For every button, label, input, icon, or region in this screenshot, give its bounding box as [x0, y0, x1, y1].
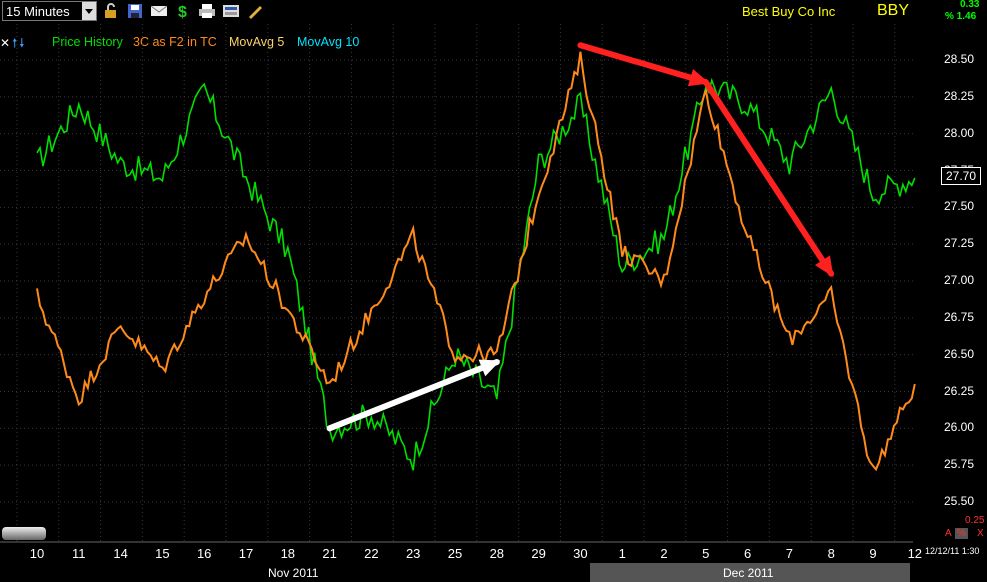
scroll-handle[interactable]: [2, 527, 46, 540]
lower-pct[interactable]: %: [955, 528, 968, 539]
x-tick-label: 25: [447, 546, 463, 561]
x-tick-label: 30: [573, 546, 588, 561]
x-tick-label: 9: [869, 546, 877, 561]
x-tick-label: 10: [29, 546, 45, 561]
x-tick-label: 8: [827, 546, 835, 561]
y-tick-label: 25.75: [944, 457, 975, 472]
y-tick-label: 26.50: [944, 346, 975, 361]
x-tick-label: 12: [907, 546, 923, 561]
y-tick-label: 28.25: [944, 88, 975, 103]
x-tick-label: 22: [364, 546, 379, 561]
x-tick-label: 21: [322, 546, 337, 561]
last-price-tag: 27.70: [941, 167, 981, 185]
month-label-nov: Nov 2011: [268, 566, 319, 580]
x-tick-label: 17: [238, 546, 254, 561]
x-tick-label: 2: [660, 546, 668, 561]
price-chart: [0, 24, 916, 543]
x-tick-label: 29: [531, 546, 546, 561]
annotation-arrow-red: [577, 42, 709, 86]
series-price-history: [36, 77, 916, 471]
x-tick-label: 6: [743, 546, 752, 561]
lower-tag[interactable]: A: [945, 528, 952, 539]
series-3c-indicator: [36, 51, 916, 472]
timestamp: 12/12/11 1:30: [925, 546, 980, 556]
x-tick-label: 1: [618, 546, 626, 561]
chart-grid: [0, 24, 913, 542]
month-label-dec: Dec 2011: [723, 566, 774, 580]
x-tick-label: 14: [113, 546, 128, 561]
x-tick-label: 11: [72, 546, 86, 561]
x-tick-label: 18: [280, 546, 296, 561]
y-tick-label: 25.50: [944, 494, 975, 508]
y-tick-label: 27.50: [944, 199, 975, 214]
x-tick-label: 23: [405, 546, 421, 561]
x-tick-label: 15: [155, 546, 170, 561]
chart-series: [36, 51, 916, 472]
lower-value: 0.25: [965, 515, 985, 526]
annotation-arrow-white: [326, 359, 500, 432]
annotation-arrow-red: [702, 79, 835, 277]
y-tick-label: 28.50: [944, 52, 975, 66]
x-tick-label: 7: [785, 546, 793, 561]
y-tick-label: 26.75: [944, 309, 975, 324]
y-tick-label: 28.00: [944, 125, 975, 140]
y-tick-label: 27.25: [944, 236, 975, 251]
x-tick-label: 16: [196, 546, 212, 561]
y-tick-label: 26.00: [944, 420, 975, 435]
lower-x[interactable]: X: [977, 528, 984, 539]
x-tick-label: 5: [702, 546, 710, 561]
y-tick-label: 27.00: [944, 273, 975, 287]
y-tick-label: 26.25: [944, 383, 975, 398]
x-tick-label: 28: [489, 546, 505, 561]
